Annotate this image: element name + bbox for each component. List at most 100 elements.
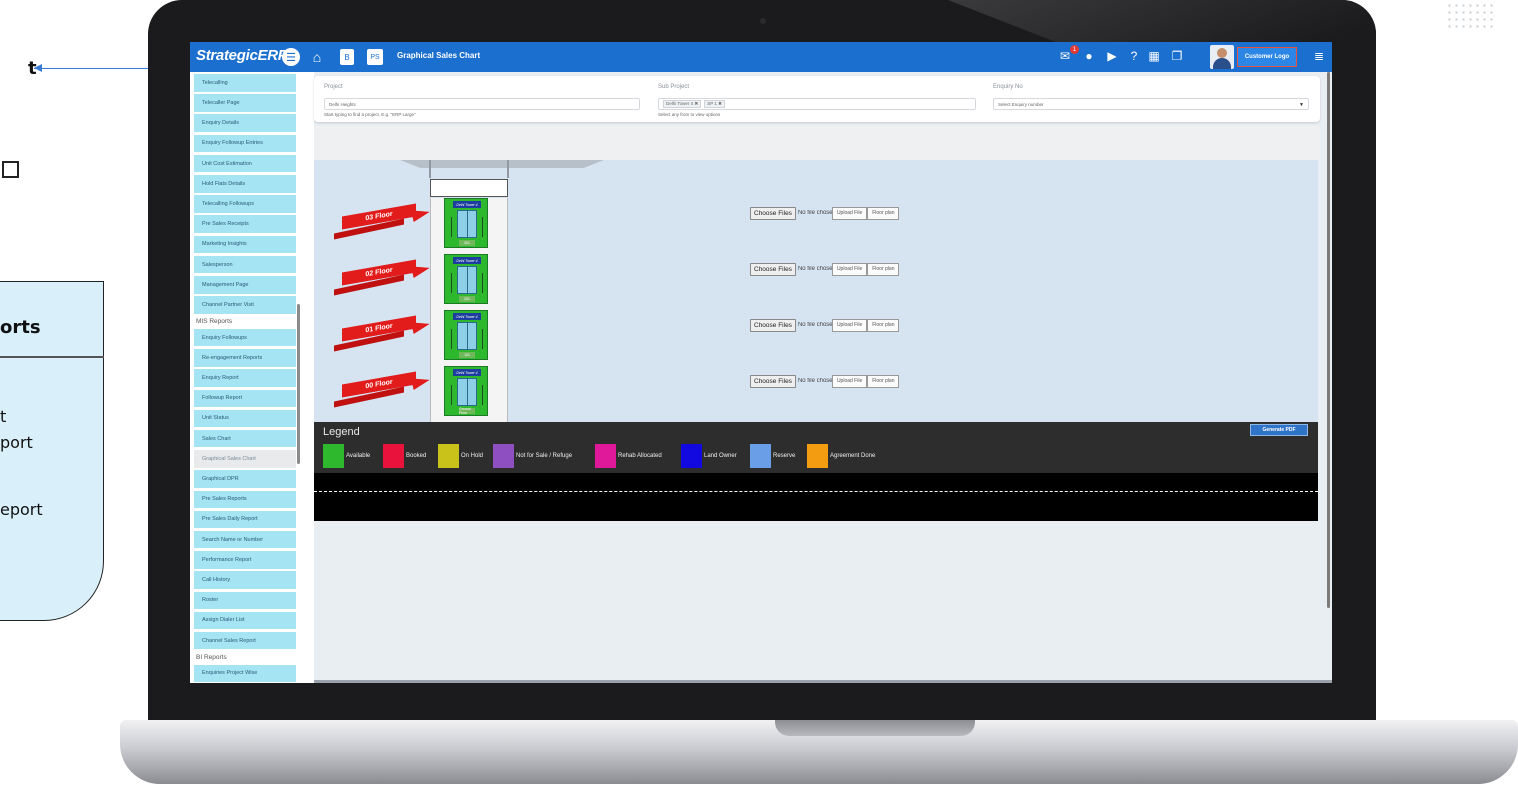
chip-label: SP 1 bbox=[707, 101, 717, 106]
project-input[interactable]: Delhi Heights bbox=[324, 98, 640, 110]
sidebar-item[interactable]: Assign Dialer List bbox=[194, 611, 296, 630]
subproject-input[interactable]: Delhi Tower 4 ✖ SP 1 ✖ bbox=[658, 98, 976, 110]
choose-files-button[interactable]: Choose Files bbox=[750, 374, 796, 388]
sidebar-scrollbar[interactable] bbox=[297, 304, 300, 464]
unit-window-icon bbox=[457, 378, 477, 406]
unit-rail bbox=[482, 329, 483, 349]
sidebar-item[interactable]: Re-engagement Reports bbox=[194, 349, 296, 367]
legend-swatch bbox=[493, 444, 514, 468]
brand-logo[interactable]: StrategicERP bbox=[196, 47, 288, 64]
sidebar-item[interactable]: Pre Sales Reports bbox=[194, 490, 296, 508]
unit-rail bbox=[451, 385, 452, 405]
unit-cell[interactable]: Delhi Tower 4 101 bbox=[444, 310, 488, 360]
sidebar-item[interactable]: Telecalling Followups bbox=[194, 195, 296, 213]
sidebar-item[interactable]: Search Name or Number bbox=[194, 530, 296, 549]
filter-panel: Project Delhi Heights Start typing to fi… bbox=[314, 76, 1320, 122]
ribbon-arrow-icon bbox=[410, 206, 432, 222]
sidebar-item[interactable]: Management Page bbox=[194, 276, 296, 294]
sidebar-item[interactable]: Enquiries Project Wise bbox=[194, 664, 296, 683]
generate-pdf-button[interactable]: Generate PDF bbox=[1250, 424, 1308, 436]
sidebar-item[interactable]: Enquiry Followups bbox=[194, 328, 296, 347]
enquiry-select[interactable]: Select Enquiry number ▼ bbox=[993, 98, 1309, 110]
project-hint: Start typing to find a project. E.g. "ER… bbox=[324, 112, 416, 117]
video-icon[interactable]: ▶ bbox=[1105, 49, 1119, 63]
legend-item: Agreement Done bbox=[807, 444, 875, 468]
legend-swatch bbox=[750, 444, 771, 468]
unit-cell[interactable]: Delhi Tower 4 301 bbox=[444, 198, 488, 248]
ribbon-arrow-icon bbox=[410, 262, 432, 278]
laptop-notch bbox=[775, 720, 975, 736]
sidebar-item[interactable]: Marketing Insights bbox=[194, 235, 296, 254]
copy-icon[interactable]: ❐ bbox=[1170, 49, 1184, 63]
floor-plan-button[interactable]: Floor plan bbox=[867, 262, 900, 276]
sidebar-section-header: BI Reports bbox=[196, 653, 227, 661]
unit-number: Ground Floor bbox=[459, 407, 475, 415]
sidebar-item[interactable]: Roster bbox=[194, 591, 296, 609]
sidebar-item[interactable]: Graphical DPR bbox=[194, 470, 296, 488]
sidebar-item[interactable]: Telecaller Page bbox=[194, 94, 296, 112]
unit-cell[interactable]: Delhi Tower 4 201 bbox=[444, 254, 488, 304]
roof-pole bbox=[507, 160, 509, 178]
unit-cell[interactable]: Delhi Tower 4 Ground Floor bbox=[444, 366, 488, 416]
main-scrollbar[interactable] bbox=[1327, 72, 1330, 608]
legend-label: Reserve bbox=[773, 453, 796, 459]
legend-item: Not for Sale / Refuge bbox=[493, 444, 572, 468]
b-icon[interactable]: B bbox=[340, 49, 354, 65]
upload-file-button[interactable]: Upload File bbox=[831, 374, 868, 388]
avatar[interactable] bbox=[1210, 45, 1234, 69]
ps-icon[interactable]: PS bbox=[367, 49, 383, 65]
upload-row: Choose FilesNo file chosenUpload FileFlo… bbox=[750, 206, 900, 220]
mic-icon[interactable]: ● bbox=[1082, 49, 1096, 63]
calculator-icon[interactable]: ▦ bbox=[1147, 49, 1161, 63]
upload-file-button[interactable]: Upload File bbox=[831, 318, 868, 332]
sidebar-item[interactable]: Channel Partner Visit bbox=[194, 296, 296, 314]
legend-item: Land Owner bbox=[681, 444, 737, 468]
dot-pattern bbox=[1446, 2, 1496, 32]
sidebar-item[interactable]: Followup Report bbox=[194, 389, 296, 407]
fragment-line: t bbox=[0, 407, 7, 426]
sidebar-item[interactable]: Channel Sales Report bbox=[194, 631, 296, 650]
home-icon[interactable]: ⌂ bbox=[308, 48, 326, 66]
help-icon[interactable]: ? bbox=[1127, 49, 1141, 63]
sidebar-item[interactable]: Pre Sales Receipts bbox=[194, 215, 296, 233]
subproject-chip[interactable]: Delhi Tower 4 ✖ bbox=[663, 100, 702, 108]
unit-rail bbox=[482, 273, 483, 293]
sidebar-item[interactable]: Pre Sales Daily Report bbox=[194, 510, 296, 529]
floor-plan-button[interactable]: Floor plan bbox=[867, 374, 900, 388]
legend-swatch bbox=[807, 444, 828, 468]
choose-files-button[interactable]: Choose Files bbox=[750, 262, 796, 276]
subproject-chip[interactable]: SP 1 ✖ bbox=[704, 100, 725, 108]
sidebar-item[interactable]: Graphical Sales Chart bbox=[194, 450, 296, 468]
floor-plan-button[interactable]: Floor plan bbox=[867, 206, 900, 220]
choose-files-button[interactable]: Choose Files bbox=[750, 318, 796, 332]
choose-files-button[interactable]: Choose Files bbox=[750, 206, 796, 220]
sidebar-item[interactable]: Enquiry Report bbox=[194, 369, 296, 387]
legend-item: Reserve bbox=[750, 444, 795, 468]
sidebar-item[interactable]: Hold Flats Details bbox=[194, 175, 296, 193]
sidebar-item[interactable]: Unit Status bbox=[194, 409, 296, 428]
list-icon[interactable]: ≣ bbox=[1312, 49, 1326, 63]
sidebar-item[interactable]: Enquiry Followup Entries bbox=[194, 134, 296, 153]
legend-title: Legend bbox=[323, 426, 360, 438]
sidebar-item[interactable]: Salesperson bbox=[194, 255, 296, 274]
upload-file-button[interactable]: Upload File bbox=[831, 206, 868, 220]
tower-name-box bbox=[430, 179, 508, 197]
sidebar-item[interactable]: Telecalling bbox=[194, 74, 296, 92]
checkbox-icon bbox=[2, 161, 19, 178]
customer-logo[interactable]: Customer Logo bbox=[1237, 47, 1297, 67]
upload-file-button[interactable]: Upload File bbox=[831, 262, 868, 276]
menu-icon[interactable]: ☰ bbox=[282, 48, 300, 66]
sidebar-item[interactable]: Call History bbox=[194, 571, 296, 589]
legend-item: On Hold bbox=[438, 444, 483, 468]
background-fragment: t orts t port eport bbox=[0, 0, 150, 794]
unit-number: 201 bbox=[459, 296, 475, 302]
unit-rail bbox=[451, 329, 452, 349]
sidebar-item[interactable]: Enquiry Details bbox=[194, 114, 296, 132]
ribbon-arrow-icon bbox=[410, 318, 432, 334]
sidebar-item[interactable]: Sales Chart bbox=[194, 429, 296, 448]
floor-plan-button[interactable]: Floor plan bbox=[867, 318, 900, 332]
page-title: Graphical Sales Chart bbox=[397, 51, 481, 60]
sidebar-item[interactable]: Performance Report bbox=[194, 551, 296, 569]
sidebar-item[interactable]: Unit Cost Estimation bbox=[194, 154, 296, 173]
enquiry-placeholder: Select Enquiry number bbox=[998, 101, 1044, 107]
